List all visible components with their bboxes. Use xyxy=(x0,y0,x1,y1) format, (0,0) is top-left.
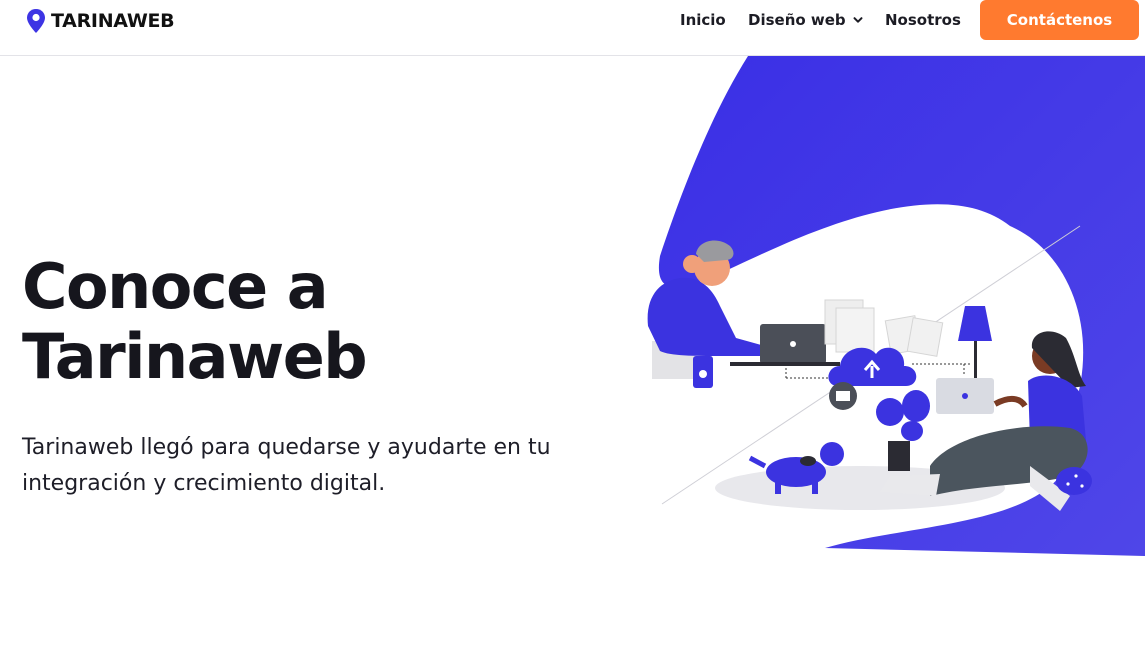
hero-title-line-1: Conoce a xyxy=(22,250,329,323)
document-shape xyxy=(835,307,875,353)
nav-item-inicio[interactable]: Inicio xyxy=(680,0,726,40)
hero-illustration xyxy=(647,56,1145,556)
chevron-down-icon[interactable] xyxy=(852,14,864,26)
brand-name: TARINAWEB xyxy=(51,10,175,32)
hero-title-line-2: Tarinaweb xyxy=(22,320,368,393)
hero-title: Conoce a Tarinaweb xyxy=(22,252,582,392)
contact-button[interactable]: Contáctenos xyxy=(980,0,1139,40)
map-pin-icon xyxy=(27,9,45,33)
nav-item-nosotros[interactable]: Nosotros xyxy=(885,0,961,40)
site-header: TARINAWEB Inicio Diseño web Nosotros Con… xyxy=(0,0,1145,56)
brand-logo[interactable]: TARINAWEB xyxy=(26,7,175,35)
image-card-shape xyxy=(906,317,944,357)
nav-item-diseno-web[interactable]: Diseño web xyxy=(748,0,864,40)
hero-subtitle: Tarinaweb llegó para quedarse y ayudarte… xyxy=(22,435,551,496)
nav-link-diseno-web[interactable]: Diseño web xyxy=(748,11,846,29)
nav-link-inicio[interactable]: Inicio xyxy=(680,11,726,29)
nav-link-nosotros[interactable]: Nosotros xyxy=(885,11,961,29)
